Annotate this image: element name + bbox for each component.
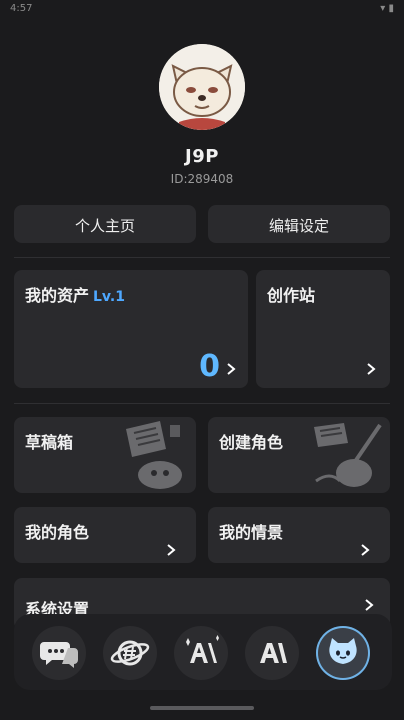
chevron-right-icon xyxy=(167,544,176,556)
level-badge: Lv.1 xyxy=(93,289,125,305)
dock-cat-button[interactable] xyxy=(316,626,370,680)
user-id: ID:289408 xyxy=(170,172,234,186)
create-role-card[interactable]: 创建角色 xyxy=(208,417,390,493)
profile-home-label: 个人主页 xyxy=(74,217,135,235)
chevron-right-icon xyxy=(365,599,374,611)
status-bar: 4:57 ▾ ▮ xyxy=(0,0,404,18)
username: J9P xyxy=(185,146,219,167)
divider xyxy=(14,403,390,404)
edit-settings-label: 编辑设定 xyxy=(268,217,329,235)
planet-icon xyxy=(110,640,150,666)
bottom-dock xyxy=(14,614,392,690)
quill-mascot-icon xyxy=(314,423,382,487)
status-time: 4:57 xyxy=(10,3,33,14)
edit-settings-button[interactable]: 编辑设定 xyxy=(208,205,390,243)
chat-icon xyxy=(40,642,78,668)
profile-home-button[interactable]: 个人主页 xyxy=(14,205,196,243)
status-icons: ▾ ▮ xyxy=(380,3,394,14)
chevron-right-icon xyxy=(227,363,236,375)
dock-planet-button[interactable] xyxy=(103,626,157,680)
draft-mascot-icon xyxy=(126,421,182,489)
create-role-title: 创建角色 xyxy=(219,433,284,452)
assets-title-text: 我的资产 xyxy=(25,286,90,305)
home-indicator[interactable] xyxy=(150,706,254,710)
assets-title: 我的资产 Lv.1 xyxy=(25,282,125,306)
drafts-card[interactable]: 草稿箱 xyxy=(14,417,196,493)
ai-icon xyxy=(260,643,287,663)
my-scenes-title: 我的情景 xyxy=(219,523,284,542)
dock-ai-button[interactable] xyxy=(245,626,299,680)
studio-card[interactable]: 创作站 xyxy=(256,270,390,388)
dock-chat-button[interactable] xyxy=(32,626,86,680)
ai-sparkle-icon xyxy=(186,635,219,663)
my-roles-card[interactable]: 我的角色 xyxy=(14,507,196,563)
divider xyxy=(14,257,390,258)
assets-card[interactable]: 我的资产 Lv.1 0 xyxy=(14,270,248,388)
assets-value: 0 xyxy=(199,349,220,384)
chevron-right-icon xyxy=(361,544,370,556)
my-scenes-card[interactable]: 我的情景 xyxy=(208,507,390,563)
cat-mascot-icon xyxy=(329,638,357,664)
chevron-right-icon xyxy=(367,363,376,375)
drafts-title: 草稿箱 xyxy=(25,433,74,452)
studio-title: 创作站 xyxy=(267,286,316,305)
my-roles-title: 我的角色 xyxy=(25,523,90,542)
dock-ai-sparkle-button[interactable] xyxy=(174,626,228,680)
avatar[interactable] xyxy=(159,44,245,130)
